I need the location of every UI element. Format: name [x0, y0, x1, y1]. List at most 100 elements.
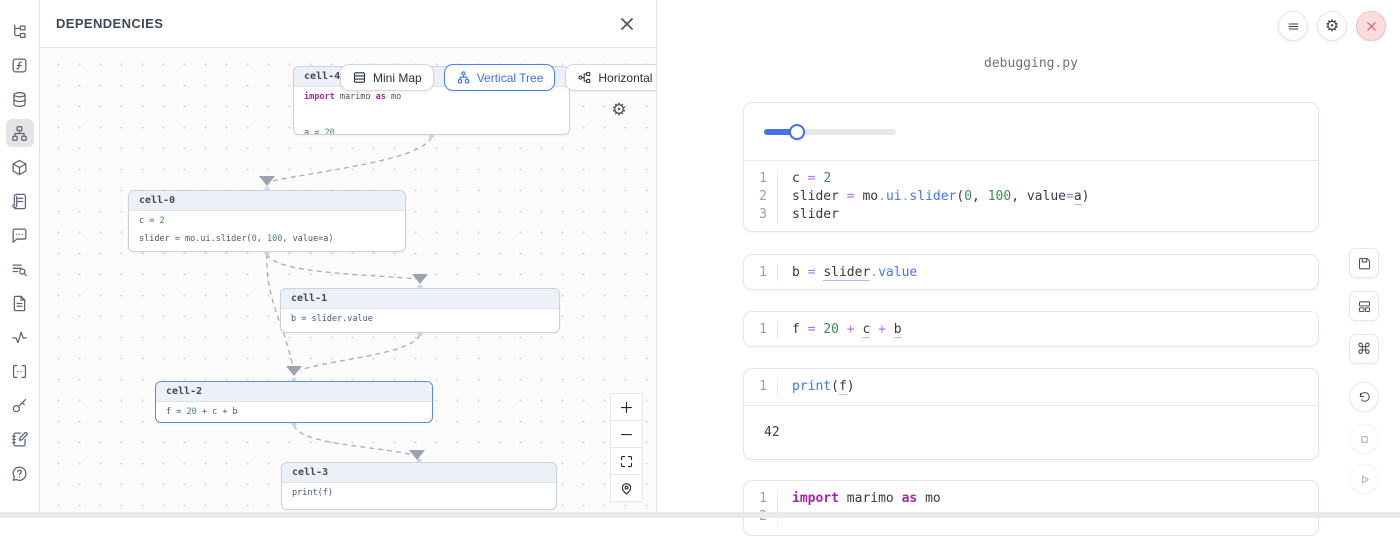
keyboard-shortcuts-button[interactable]: ⌘ [1349, 334, 1379, 364]
sidebar-item-chat[interactable] [6, 221, 34, 249]
menu-icon [1286, 19, 1301, 34]
code-editor[interactable]: 123 c = 2slider = mo.ui.slider(0, 100, v… [744, 161, 1318, 232]
activity-pulse-icon [10, 328, 29, 347]
sidebar-item-dependencies[interactable] [6, 119, 34, 147]
key-icon [10, 396, 29, 415]
bottom-edge-strip [0, 512, 1400, 518]
notebook-filename[interactable]: debugging.py [743, 56, 1319, 71]
sidebar-item-doc-search[interactable] [6, 255, 34, 283]
map-pin-icon [619, 481, 634, 496]
save-icon [1357, 256, 1372, 271]
sidebar-item-variables[interactable] [6, 51, 34, 79]
mini-map-icon [352, 70, 367, 85]
code-editor[interactable]: 12 import marimo as mo [744, 481, 1318, 535]
graph-node-code: c = 2slider = mo.ui.slider(0, 100, value… [129, 211, 405, 252]
sidebar-item-snippets[interactable] [6, 357, 34, 385]
notebook-menu-button[interactable] [1278, 11, 1308, 41]
dependencies-panel: DEPENDENCIES [40, 0, 657, 518]
mini-map-button[interactable]: Mini Map [340, 64, 434, 91]
run-button[interactable] [1349, 464, 1379, 494]
graph-zoom-controls [610, 393, 643, 502]
fullscreen-icon [619, 454, 634, 469]
plus-icon [619, 400, 634, 415]
file-text-icon [10, 294, 29, 313]
code-content[interactable]: c = 2slider = mo.ui.slider(0, 100, value… [778, 170, 1089, 224]
dependency-graph-canvas[interactable]: cell-4 import marimo as mo a = 20 cell-0… [40, 48, 656, 518]
stop-button[interactable] [1349, 424, 1379, 454]
graph-node-cell-0[interactable]: cell-0 c = 2slider = mo.ui.slider(0, 100… [128, 190, 406, 252]
notebook-cell-b[interactable]: 1 b = slider.value [743, 254, 1319, 290]
code-content[interactable]: f = 20 + c + b [778, 321, 902, 339]
notebook-cell-print[interactable]: 1 print(f) 42 [743, 368, 1319, 460]
zoom-out-button[interactable] [610, 420, 643, 448]
notebook-cell-f[interactable]: 1 f = 20 + c + b [743, 311, 1319, 347]
cell-output-slider [744, 103, 1318, 160]
layout-button[interactable] [1349, 291, 1379, 321]
shutdown-button[interactable] [1356, 11, 1386, 41]
database-icon [10, 90, 29, 109]
dependency-graph-icon [10, 124, 29, 143]
sidebar-item-scratchpad[interactable] [6, 425, 34, 453]
code-content[interactable]: print(f) [778, 378, 855, 396]
chat-icon [10, 226, 29, 245]
package-cube-icon [10, 158, 29, 177]
vertical-tree-label: Vertical Tree [477, 71, 544, 85]
sidebar-item-logs[interactable] [6, 187, 34, 215]
graph-node-cell-3[interactable]: cell-3 print(f) [281, 462, 557, 510]
line-numbers: 1 [744, 264, 778, 282]
minus-icon [619, 427, 634, 442]
dependencies-panel-title: DEPENDENCIES [56, 16, 163, 31]
zoom-in-button[interactable] [610, 393, 643, 421]
play-icon [1357, 472, 1372, 487]
horizontal-tree-icon [577, 70, 592, 85]
horizontal-tree-label: Horizontal Tree [598, 71, 656, 85]
graph-node-title: cell-3 [282, 463, 556, 483]
layout-icon [1357, 299, 1372, 314]
code-editor[interactable]: 1 f = 20 + c + b [744, 312, 1318, 347]
gear-icon: ⚙ [1325, 16, 1339, 36]
graph-node-title: cell-0 [129, 191, 405, 211]
undo-icon [1357, 390, 1372, 405]
code-content[interactable]: b = slider.value [778, 264, 917, 282]
gear-icon: ⚙ [611, 100, 626, 120]
fit-view-button[interactable] [610, 447, 643, 475]
stop-icon [1357, 432, 1372, 447]
notebook-settings-button[interactable]: ⚙ [1317, 11, 1347, 41]
code-editor[interactable]: 1 print(f) [744, 369, 1318, 405]
graph-view-toolbar: Mini Map Vertical Tree Horizontal Tree [340, 64, 656, 91]
sidebar-item-file-tree[interactable] [6, 17, 34, 45]
line-numbers: 12 [744, 490, 778, 526]
slider-widget[interactable] [764, 124, 896, 140]
sidebar-item-secrets[interactable] [6, 391, 34, 419]
activity-bar [0, 0, 40, 518]
code-content[interactable]: import marimo as mo [778, 490, 941, 526]
horizontal-tree-button[interactable]: Horizontal Tree [565, 64, 656, 91]
function-square-icon [10, 56, 29, 75]
undo-button[interactable] [1349, 382, 1379, 412]
file-tree-icon [10, 22, 29, 41]
scroll-icon [10, 192, 29, 211]
close-icon [1364, 19, 1379, 34]
graph-node-code: import marimo as mo a = 20 [294, 87, 569, 135]
code-editor[interactable]: 1 b = slider.value [744, 255, 1318, 290]
sidebar-item-tracing[interactable] [6, 323, 34, 351]
graph-node-cell-2[interactable]: cell-2 f = 20 + c + b [155, 381, 433, 423]
close-panel-button[interactable] [616, 13, 638, 35]
locate-node-button[interactable] [610, 474, 643, 502]
sidebar-item-datasources[interactable] [6, 85, 34, 113]
command-icon: ⌘ [1357, 342, 1372, 357]
graph-node-code: f = 20 + c + b [156, 402, 432, 423]
graph-node-cell-1[interactable]: cell-1 b = slider.value [280, 288, 560, 333]
line-numbers: 123 [744, 170, 778, 224]
save-button[interactable] [1349, 248, 1379, 278]
graph-node-title: cell-2 [156, 382, 432, 402]
cell-output-text: 42 [744, 406, 1318, 460]
graph-settings-button[interactable]: ⚙ [608, 99, 630, 121]
notebook-cell-import[interactable]: 12 import marimo as mo [743, 480, 1319, 536]
sidebar-item-packages[interactable] [6, 153, 34, 181]
notebook-cell-slider[interactable]: 123 c = 2slider = mo.ui.slider(0, 100, v… [743, 102, 1319, 232]
sidebar-item-document[interactable] [6, 289, 34, 317]
sidebar-item-help[interactable] [6, 459, 34, 487]
slider-thumb[interactable] [789, 124, 805, 140]
vertical-tree-button[interactable]: Vertical Tree [444, 64, 556, 91]
